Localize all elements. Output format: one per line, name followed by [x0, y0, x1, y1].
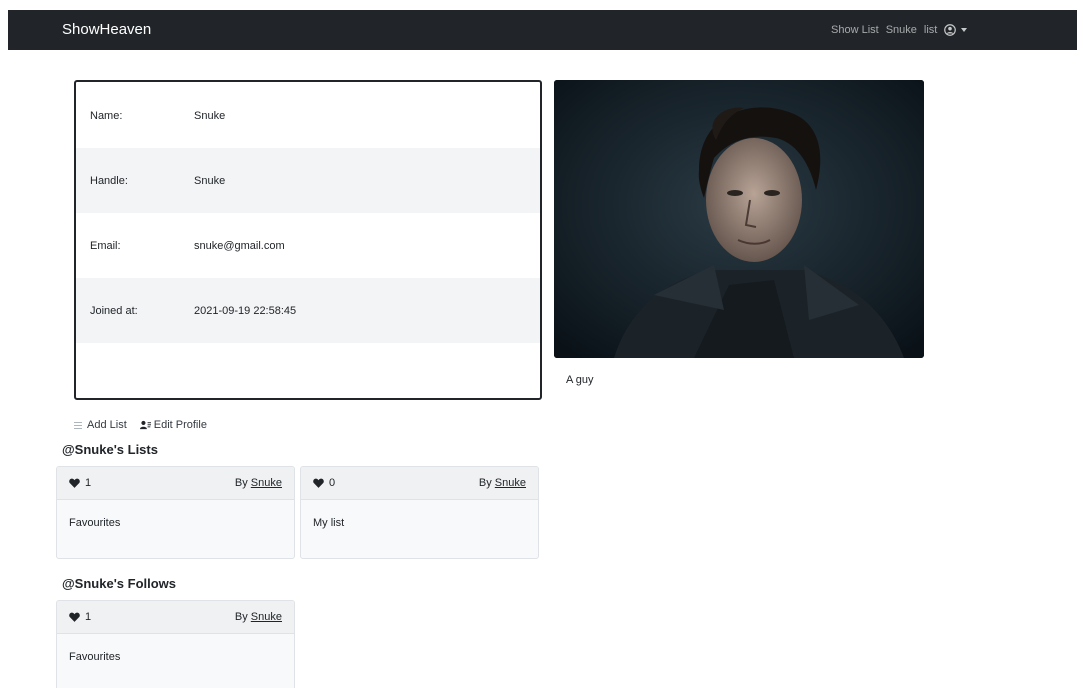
list-icon: [74, 421, 82, 429]
heart-icon: [313, 478, 324, 488]
brand-link[interactable]: ShowHeaven: [62, 21, 151, 38]
likes-count: 1: [69, 611, 91, 623]
by-prefix: By: [234, 611, 248, 623]
nav-links: Show List Snuke list: [831, 24, 968, 36]
handle-value: Snuke: [194, 174, 226, 187]
email-label: Email:: [90, 239, 121, 252]
user-menu-toggle[interactable]: [944, 24, 968, 36]
joined-label: Joined at:: [90, 304, 138, 317]
edit-profile-label: Edit Profile: [153, 419, 207, 431]
list-card-header: 1 By Snuke: [57, 467, 294, 500]
list-name: My list: [313, 517, 345, 529]
by-prefix: By: [478, 477, 492, 489]
author-link[interactable]: Snuke: [495, 477, 526, 489]
nav-link-show-list[interactable]: Show List: [831, 24, 879, 36]
user-edit-icon: [139, 420, 151, 430]
lists-section-title: @Snuke's Lists: [62, 442, 158, 457]
likes-count: 1: [69, 477, 91, 489]
list-name: Favourites: [69, 651, 121, 663]
list-card[interactable]: 1 By Snuke Favourites: [56, 466, 295, 559]
heart-icon: [69, 612, 80, 622]
author-link[interactable]: Snuke: [251, 611, 282, 623]
picture-caption: A guy: [566, 374, 594, 386]
list-author: By Snuke: [479, 477, 526, 489]
profile-row-handle: Handle: Snuke: [76, 148, 540, 213]
list-card-header: 0 By Snuke: [301, 467, 538, 500]
profile-row-name: Name: Snuke: [76, 83, 540, 148]
top-navbar: ShowHeaven Show List Snuke list: [8, 10, 1077, 50]
likes-value: 0: [329, 477, 336, 489]
follows-section-title: @Snuke's Follows: [62, 576, 177, 591]
heart-icon: [69, 478, 80, 488]
profile-picture: [554, 80, 924, 358]
likes-value: 1: [85, 611, 92, 623]
nav-link-user[interactable]: Snuke: [886, 24, 917, 36]
profile-details: Name: Snuke Handle: Snuke Email: snuke@g…: [74, 80, 542, 400]
add-list-button[interactable]: Add List: [74, 419, 127, 431]
likes-value: 1: [85, 477, 92, 489]
email-value: snuke@gmail.com: [194, 239, 285, 252]
profile-row-joined: Joined at: 2021-09-19 22:58:45: [76, 278, 540, 343]
chevron-down-icon: [961, 28, 968, 32]
nav-link-list[interactable]: list: [924, 24, 937, 36]
list-author: By Snuke: [235, 611, 282, 623]
likes-count: 0: [313, 477, 335, 489]
user-circle-icon: [944, 24, 957, 36]
edit-profile-button[interactable]: Edit Profile: [139, 419, 207, 431]
profile-row-email: Email: snuke@gmail.com: [76, 213, 540, 278]
handle-label: Handle:: [90, 174, 128, 187]
follow-card-header: 1 By Snuke: [57, 601, 294, 634]
follow-card[interactable]: 1 By Snuke Favourites: [56, 600, 295, 688]
name-label: Name:: [90, 109, 123, 122]
by-prefix: By: [234, 477, 248, 489]
author-link[interactable]: Snuke: [251, 477, 282, 489]
profile-actions: Add List Edit Profile: [74, 419, 207, 431]
name-value: Snuke: [194, 109, 226, 122]
joined-value: 2021-09-19 22:58:45: [194, 304, 297, 317]
list-card[interactable]: 0 By Snuke My list: [300, 466, 539, 559]
list-author: By Snuke: [235, 477, 282, 489]
list-name: Favourites: [69, 517, 121, 529]
add-list-label: Add List: [87, 419, 127, 431]
